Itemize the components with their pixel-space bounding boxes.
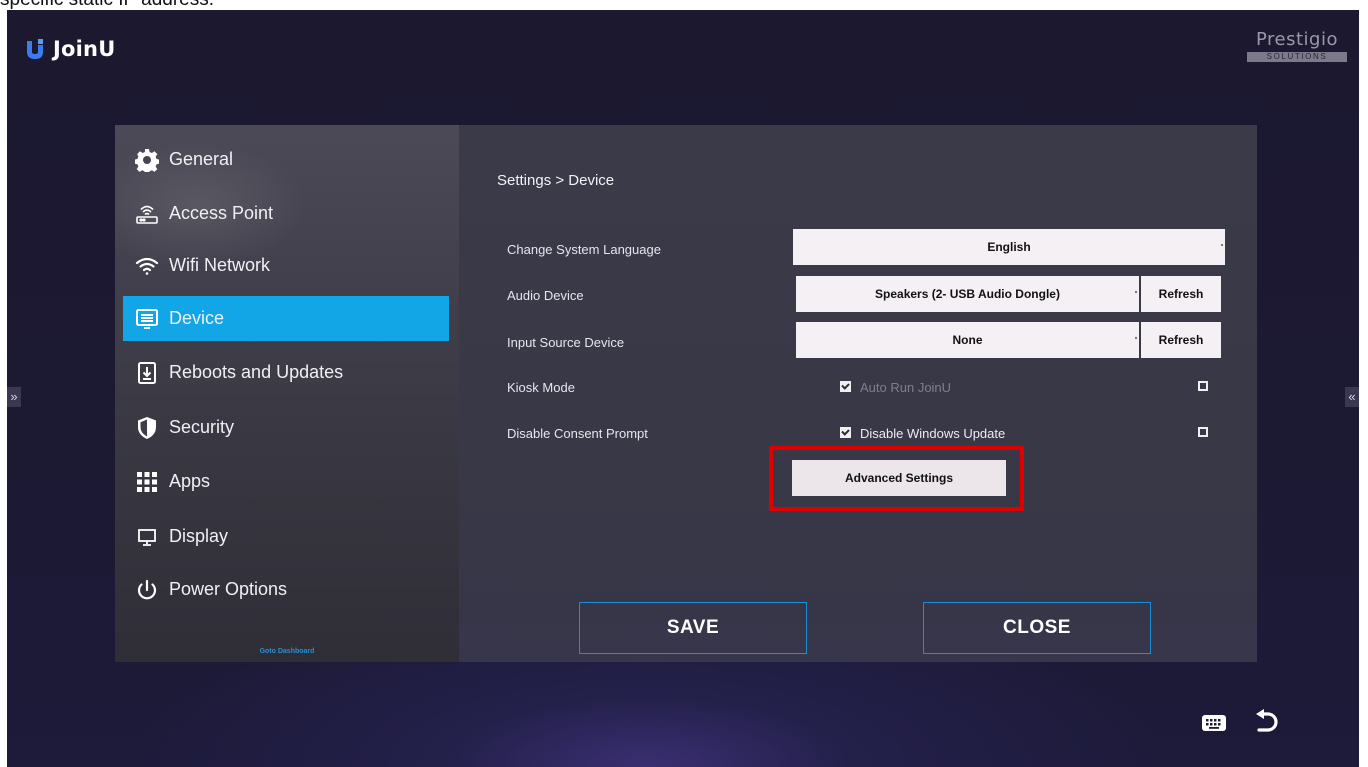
apps-grid-icon (135, 470, 159, 494)
sidebar-item-label: Device (169, 308, 225, 328)
brand-sub: SOLUTIONS (1247, 52, 1347, 62)
device-settings-content: Settings > Device Change System Language… (459, 125, 1257, 662)
bottom-toolbar (1201, 709, 1279, 737)
windows-update-checkbox[interactable] (1198, 427, 1208, 437)
brand-name: Prestigio (1256, 29, 1338, 50)
input-source-label: Input Source Device (507, 335, 625, 350)
app-screen: JoinU Prestigio SOLUTIONS » « General Ac… (7, 10, 1359, 767)
joinu-logo-icon (27, 39, 43, 59)
sidebar-item-label: Apps (169, 471, 211, 491)
settings-panel: General Access Point Wifi Network Device (115, 125, 1257, 662)
sidebar-item-label: Wifi Network (169, 255, 271, 275)
save-button[interactable]: SAVE (579, 602, 807, 654)
sidebar-item-device[interactable]: Device (123, 296, 449, 341)
sidebar-item-label: Access Point (169, 203, 274, 223)
sidebar-item-general[interactable]: General (123, 137, 449, 182)
consent-prompt-label: Disable Consent Prompt (507, 426, 648, 441)
app-logo: JoinU (25, 37, 115, 61)
gear-icon (135, 148, 159, 172)
sidebar-item-security[interactable]: Security (123, 405, 449, 450)
sidebar-item-power-options[interactable]: Power Options (123, 567, 449, 612)
brand-logo: Prestigio SOLUTIONS (1247, 30, 1347, 62)
auto-run-label: Auto Run JoinU (860, 380, 952, 395)
input-source-refresh-button[interactable]: Refresh (1141, 322, 1221, 358)
sidebar-item-display[interactable]: Display (123, 514, 449, 559)
highlight-box (769, 446, 1024, 511)
sidebar-item-label: General (169, 149, 234, 169)
kiosk-mode-checkbox[interactable] (840, 381, 851, 392)
page-caption: specific static IP address. (0, 0, 600, 10)
router-icon (135, 202, 159, 226)
auto-run-checkbox[interactable] (1198, 381, 1208, 391)
sidebar-item-label: Power Options (169, 579, 288, 599)
download-icon (135, 361, 159, 385)
sidebar-item-apps[interactable]: Apps (123, 459, 449, 504)
chevron-down-icon (1135, 291, 1137, 293)
windows-update-label: Disable Windows Update (860, 426, 1006, 441)
sidebar-item-label: Reboots and Updates (169, 362, 344, 382)
display-icon (135, 525, 159, 549)
sidebar-item-reboots-updates[interactable]: Reboots and Updates (123, 350, 449, 395)
app-name: JoinU (53, 37, 116, 61)
consent-prompt-checkbox[interactable] (840, 427, 851, 438)
monitor-icon (135, 307, 159, 331)
close-button[interactable]: CLOSE (923, 602, 1151, 654)
kiosk-mode-label: Kiosk Mode (507, 380, 575, 395)
expand-right-button[interactable]: « (1345, 387, 1359, 407)
settings-sidebar: General Access Point Wifi Network Device (115, 125, 459, 662)
chevron-down-icon (1221, 244, 1223, 246)
chevron-down-icon (1135, 337, 1137, 339)
sidebar-item-access-point[interactable]: Access Point (123, 191, 449, 236)
sidebar-item-label: Display (169, 526, 229, 546)
back-arrow-icon[interactable] (1253, 709, 1279, 737)
wifi-icon (135, 254, 159, 278)
breadcrumb: Settings > Device (497, 172, 615, 189)
input-source-select[interactable]: None (796, 322, 1139, 358)
goto-dashboard-link[interactable]: Goto Dashboard (115, 648, 459, 655)
power-icon (135, 578, 159, 602)
audio-refresh-button[interactable]: Refresh (1141, 276, 1221, 312)
language-select[interactable]: English (793, 229, 1225, 265)
sidebar-item-wifi-network[interactable]: Wifi Network (123, 243, 449, 288)
input-source-value: None (952, 333, 983, 347)
sidebar-item-label: Security (169, 417, 235, 437)
shield-icon (135, 416, 159, 440)
language-value: English (987, 240, 1031, 254)
language-label: Change System Language (507, 242, 661, 257)
keyboard-icon[interactable] (1201, 713, 1227, 733)
audio-device-label: Audio Device (507, 288, 584, 303)
audio-device-value: Speakers (2- USB Audio Dongle) (875, 287, 1060, 301)
audio-device-select[interactable]: Speakers (2- USB Audio Dongle) (796, 276, 1139, 312)
expand-left-button[interactable]: » (7, 387, 21, 407)
